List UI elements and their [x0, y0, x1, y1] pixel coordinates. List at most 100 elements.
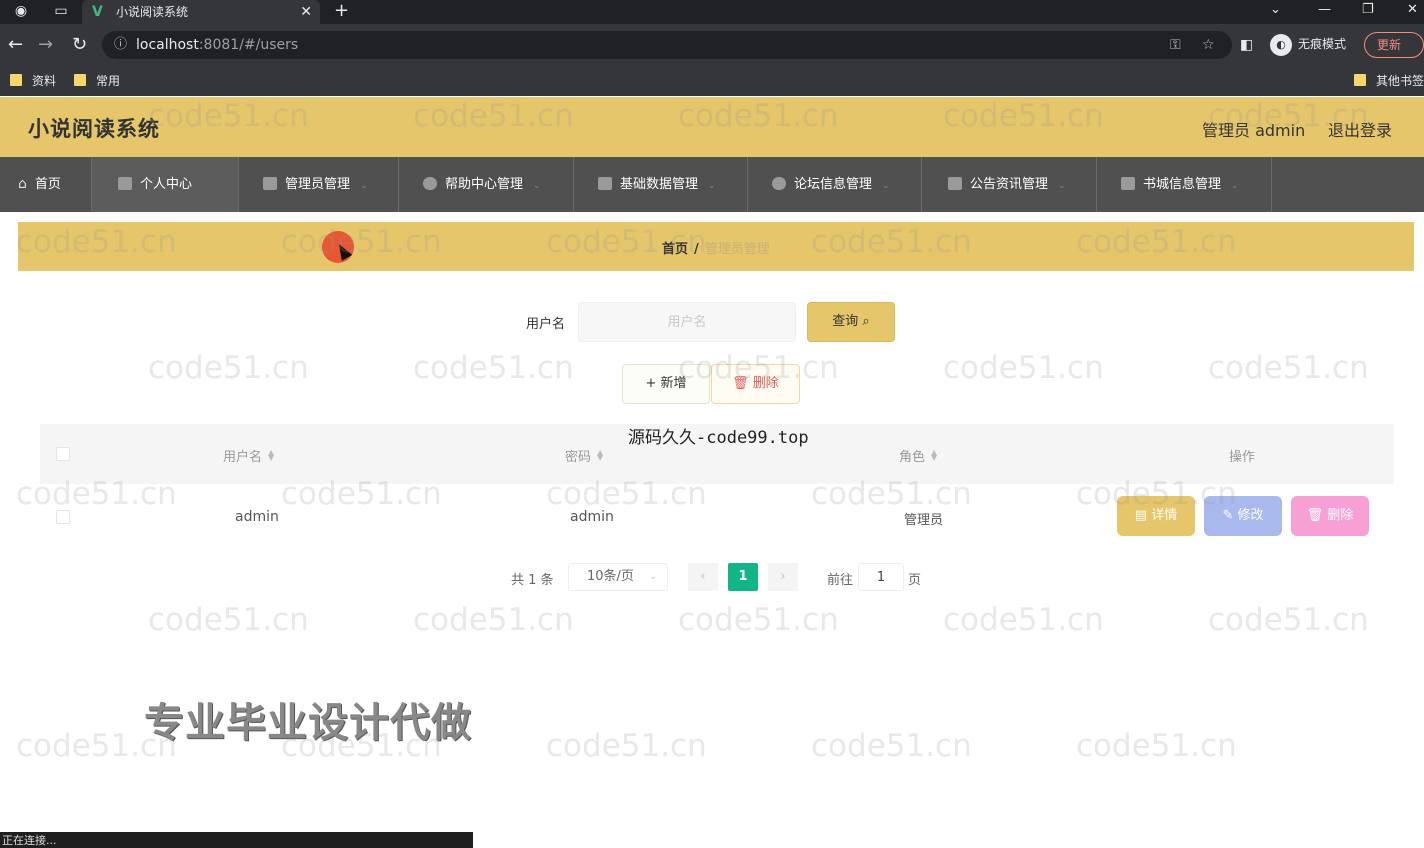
edit-button[interactable]: ✎ 修改: [1204, 496, 1282, 536]
chevron-down-icon: ⌄: [1231, 181, 1239, 191]
app-header: 小说阅读系统 管理员 admin 退出登录: [0, 97, 1424, 157]
watermark: code51.cn: [678, 602, 839, 638]
nav-item-announcements[interactable]: 公告资讯管理 ⌄: [922, 157, 1097, 212]
update-button[interactable]: 更新: [1364, 32, 1424, 58]
column-role[interactable]: 角色 ▲ ▼: [899, 446, 937, 466]
breadcrumb: 首页 / 管理员管理: [662, 238, 770, 257]
user-icon: [118, 177, 132, 190]
bookmark-label: 资料: [32, 74, 57, 88]
app-title: 小说阅读系统: [28, 117, 160, 141]
nav-label: 帮助中心管理: [445, 177, 524, 192]
column-label: 角色: [899, 450, 926, 465]
nav-item-home[interactable]: ⌂ 首页: [0, 157, 92, 212]
watermark: code51.cn: [148, 350, 309, 386]
sort-icon[interactable]: ▲ ▼: [931, 449, 937, 462]
clock-icon: [423, 177, 437, 190]
bookmark-label: 常用: [96, 74, 121, 88]
cell-password: admin: [570, 509, 614, 525]
book-icon: [1121, 177, 1135, 190]
query-button[interactable]: 查询 ⌕: [807, 302, 895, 342]
detail-button[interactable]: ▤ 详情: [1117, 496, 1195, 536]
bookmark-folder-changyong[interactable]: 常用: [74, 72, 120, 90]
overlay-watermark-text: 源码久久-code99.top: [628, 428, 809, 448]
reload-icon[interactable]: ↻: [72, 34, 87, 56]
breadcrumb-home[interactable]: 首页: [662, 242, 688, 257]
next-page-button[interactable]: ›: [768, 563, 798, 591]
watermark: code51.cn: [1208, 602, 1369, 638]
nav-label: 个人中心: [140, 177, 193, 192]
nav-label: 基础数据管理: [620, 177, 699, 192]
nav-item-bookstore[interactable]: 书城信息管理 ⌄: [1097, 157, 1272, 212]
other-bookmarks-label: 其他书签: [1376, 74, 1424, 88]
prev-page-button[interactable]: ‹: [688, 563, 718, 591]
row-delete-button[interactable]: 🗑 删除: [1291, 496, 1369, 536]
sort-icon[interactable]: ▲ ▼: [268, 449, 274, 462]
key-icon[interactable]: ⚿: [1170, 31, 1181, 59]
incognito-indicator: ◐ 无痕模式: [1270, 33, 1346, 56]
new-tab-button[interactable]: +: [334, 0, 349, 22]
browser-tab-strip: ◉ ▭ V 小说阅读系统 ✕ + ⌄ — ❐ ✕: [0, 0, 1424, 24]
row-checkbox[interactable]: [56, 510, 70, 524]
column-ops: 操作: [1229, 450, 1256, 465]
nav-item-admin-manage[interactable]: 管理员管理 ⌄: [239, 157, 399, 212]
nav-item-help-center[interactable]: 帮助中心管理 ⌄: [399, 157, 574, 212]
watermark: code51.cn: [413, 350, 574, 386]
nav-item-base-data[interactable]: 基础数据管理 ⌄: [574, 157, 748, 212]
site-info-icon[interactable]: ⓘ: [114, 31, 127, 59]
column-username[interactable]: 用户名 ▲ ▼: [223, 446, 274, 466]
username-search-input[interactable]: [578, 302, 796, 342]
chevron-down-icon: ⌄: [533, 181, 541, 191]
address-toolbar: ← → ↻ ⓘ localhost:8081/#/users ⚿ ☆ ◧ ◐ 无痕…: [0, 24, 1424, 66]
other-bookmarks[interactable]: 其他书签: [1354, 72, 1424, 90]
bookmark-star-icon[interactable]: ☆: [1202, 31, 1215, 59]
admin-icon: [263, 177, 277, 190]
tab-group-icon[interactable]: ▭: [52, 2, 70, 20]
nav-item-forum[interactable]: 论坛信息管理 ⌄: [748, 157, 922, 212]
monitor-icon: [598, 177, 612, 190]
globe-icon[interactable]: ◉: [12, 2, 30, 20]
watermark: code51.cn: [413, 602, 574, 638]
tab-search-icon[interactable]: ⌄: [1270, 0, 1281, 20]
notice-icon: [948, 177, 962, 190]
back-icon[interactable]: ←: [8, 34, 23, 56]
breadcrumb-current: 管理员管理: [704, 242, 770, 257]
home-icon: ⌂: [18, 176, 27, 192]
add-button[interactable]: + 新增: [622, 364, 710, 404]
page-size-select[interactable]: 10条/页 ⌄: [568, 563, 668, 591]
url-field[interactable]: ⓘ localhost:8081/#/users ⚿ ☆: [102, 31, 1232, 59]
goto-page-input[interactable]: [858, 563, 904, 591]
watermark: code51.cn: [1208, 350, 1369, 386]
close-tab-icon[interactable]: ✕: [300, 0, 312, 24]
bookmarks-bar: 资料 常用 其他书签: [0, 66, 1424, 96]
sort-icon[interactable]: ▲ ▼: [597, 449, 603, 462]
url-host: localhost: [136, 37, 199, 53]
chevron-down-icon: ⌄: [360, 181, 368, 191]
window-close-icon[interactable]: ✕: [1407, 0, 1418, 20]
page-number-button[interactable]: 1: [728, 563, 758, 591]
browser-tab[interactable]: V 小说阅读系统 ✕: [82, 0, 320, 24]
page-suffix: 页: [908, 573, 922, 588]
nav-item-profile[interactable]: 个人中心: [92, 157, 239, 212]
batch-delete-button[interactable]: 🗑 删除: [711, 364, 800, 404]
current-user: 管理员 admin: [1202, 121, 1306, 140]
minimize-icon[interactable]: —: [1318, 0, 1331, 20]
cell-username: admin: [235, 509, 279, 525]
forward-icon[interactable]: →: [38, 34, 53, 56]
nav-label: 书城信息管理: [1143, 177, 1222, 192]
column-label: 用户名: [223, 450, 263, 465]
restore-icon[interactable]: ❐: [1362, 0, 1374, 20]
nav-label: 公告资讯管理: [970, 177, 1049, 192]
page-size-value: 10条/页: [587, 569, 634, 584]
main-nav: ⌂ 首页 个人中心 管理员管理 ⌄ 帮助中心管理 ⌄ 基础数据管理 ⌄ 论坛信息管理 ⌄ …: [0, 157, 1424, 212]
url-path: :8081/#/users: [198, 37, 299, 53]
side-panel-icon[interactable]: ◧: [1240, 34, 1253, 56]
forum-icon: [772, 177, 786, 190]
logout-link[interactable]: 退出登录: [1328, 117, 1392, 141]
chevron-down-icon: ⌄: [649, 572, 657, 582]
select-all-checkbox[interactable]: [56, 447, 70, 461]
column-password[interactable]: 密码 ▲ ▼: [565, 446, 603, 466]
folder-icon: [10, 74, 22, 86]
bookmark-folder-ziliao[interactable]: 资料: [10, 72, 56, 90]
incognito-icon: ◐: [1270, 33, 1292, 56]
browser-status-bar: 正在连接...: [0, 832, 473, 848]
